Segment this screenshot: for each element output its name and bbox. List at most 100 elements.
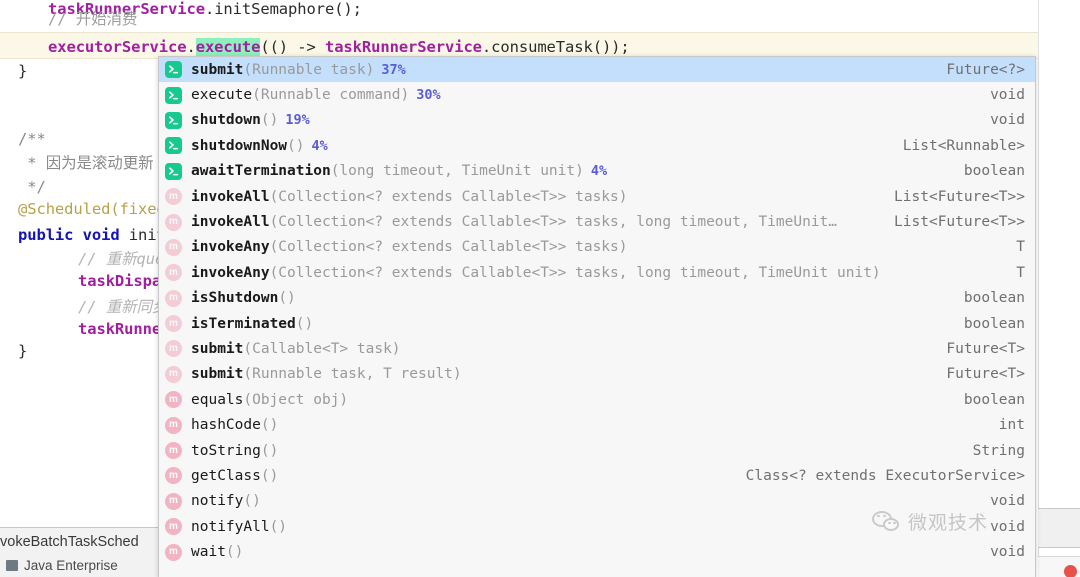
- completion-return-type: List<Future<T>>: [894, 214, 1025, 231]
- completion-return-type: Future<T>: [946, 366, 1025, 383]
- completion-params: (): [225, 544, 244, 561]
- completion-return-type: Future<T>: [946, 340, 1025, 357]
- completion-params: (Callable<T> task): [243, 340, 401, 357]
- class-method-icon: m: [165, 543, 182, 561]
- code-token: ();: [334, 0, 362, 18]
- completion-item[interactable]: m isTerminated() boolean: [159, 311, 1035, 336]
- code-token: .: [481, 38, 492, 56]
- class-method-icon: m: [165, 365, 182, 383]
- completion-params: (Runnable command): [252, 87, 410, 104]
- completion-signature: submit (Runnable task, T result): [191, 366, 462, 382]
- completion-return-type: List<Future<T>>: [894, 188, 1025, 205]
- code-token: ());: [592, 38, 630, 56]
- code-line: * 因为是滚动更新: [0, 150, 163, 176]
- completion-item[interactable]: m isShutdown() boolean: [159, 286, 1035, 311]
- class-method-icon: m: [165, 264, 182, 282]
- completion-item[interactable]: m wait() void: [159, 539, 1035, 564]
- completion-signature: notifyAll(): [191, 519, 287, 535]
- completion-method-name: toString: [191, 442, 261, 459]
- completion-signature: shutdown() 19%: [191, 112, 310, 128]
- completion-return-type: void: [990, 544, 1025, 561]
- completion-method-name: awaitTermination: [191, 163, 331, 180]
- completion-signature: invokeAny (Collection<? extends Callable<…: [191, 265, 881, 281]
- completion-return-type: String: [972, 442, 1025, 459]
- completion-params: (Collection<? extends Callable<T>> tasks…: [269, 188, 628, 205]
- completion-params: (Collection<? extends Callable<T>> tasks…: [269, 214, 838, 231]
- code-token: executorService: [48, 38, 187, 56]
- completion-return-type: Class<? extends ExecutorService>: [745, 467, 1025, 484]
- completion-item[interactable]: m hashCode() int: [159, 412, 1035, 437]
- code-token: public void: [18, 226, 129, 244]
- completion-item[interactable]: awaitTermination (long timeout, TimeUnit …: [159, 159, 1035, 184]
- interface-method-icon: [165, 137, 182, 155]
- completion-signature: submit (Runnable task) 37%: [191, 62, 406, 78]
- completion-item[interactable]: m notifyAll() void: [159, 514, 1035, 539]
- completion-signature: awaitTermination (long timeout, TimeUnit …: [191, 163, 607, 179]
- completion-item[interactable]: submit (Runnable task) 37% Future<?>: [159, 57, 1035, 83]
- code-token: /**: [18, 130, 46, 148]
- completion-return-type: void: [990, 112, 1025, 129]
- code-token: taskRunnerService: [324, 38, 482, 56]
- bottom-tool-panel[interactable]: vokeBatchTaskSched Java Enterprise: [0, 527, 172, 577]
- code-token: @Scheduled(fixedD: [18, 200, 175, 218]
- code-token: * 因为是滚动更新: [18, 154, 163, 172]
- completion-return-type: Future<?>: [946, 61, 1025, 78]
- class-method-icon: m: [165, 289, 182, 307]
- completion-return-type: boolean: [963, 391, 1025, 408]
- completion-params: (): [269, 518, 288, 535]
- completion-method-name: invokeAll: [191, 214, 270, 231]
- interface-method-icon: [165, 61, 182, 79]
- selected-token: execute: [195, 38, 261, 56]
- completion-params: (Runnable task, T result): [243, 366, 462, 383]
- completion-signature: wait(): [191, 544, 243, 560]
- class-method-icon: m: [165, 442, 182, 460]
- completion-list[interactable]: submit (Runnable task) 37% Future<?> execute…: [159, 57, 1035, 565]
- completion-relevance-percent: 30%: [416, 87, 441, 104]
- completion-item[interactable]: m invokeAny (Collection<? extends Callable…: [159, 260, 1035, 285]
- completion-item[interactable]: m invokeAll (Collection<? extends Callable…: [159, 209, 1035, 234]
- completion-params: (Object obj): [243, 391, 349, 408]
- code-token: .: [204, 0, 215, 18]
- code-completion-popup[interactable]: submit (Runnable task) 37% Future<?> execute…: [158, 56, 1036, 577]
- completion-item[interactable]: m submit (Callable<T> task) Future<T>: [159, 336, 1035, 361]
- completion-params: (): [260, 442, 279, 459]
- completion-item[interactable]: m equals (Object obj) boolean: [159, 387, 1035, 412]
- bottom-panel-group[interactable]: Java Enterprise: [6, 558, 118, 573]
- completion-item[interactable]: m toString() String: [159, 438, 1035, 463]
- completion-signature: execute (Runnable command) 30%: [191, 87, 441, 103]
- completion-signature: equals (Object obj): [191, 392, 348, 408]
- completion-method-name: submit: [191, 366, 244, 383]
- completion-signature: isTerminated(): [191, 316, 313, 332]
- completion-return-type: boolean: [963, 163, 1025, 180]
- completion-params: (): [260, 417, 279, 434]
- class-method-icon: m: [165, 416, 182, 434]
- completion-relevance-percent: 19%: [285, 112, 310, 129]
- completion-item[interactable]: shutdownNow() 4% List<Runnable>: [159, 133, 1035, 158]
- completion-return-type: int: [998, 417, 1025, 434]
- completion-return-type: boolean: [963, 315, 1025, 332]
- error-indicator-icon[interactable]: [1064, 565, 1077, 577]
- class-method-icon: m: [165, 518, 182, 536]
- completion-method-name: equals: [191, 391, 244, 408]
- completion-signature: invokeAll (Collection<? extends Callable<…: [191, 214, 837, 230]
- completion-params: (): [287, 137, 305, 154]
- completion-params: (): [295, 315, 314, 332]
- interface-method-icon: [165, 86, 182, 104]
- completion-params: (Collection<? extends Callable<T>> tasks…: [269, 239, 628, 256]
- completion-method-name: submit: [191, 340, 244, 357]
- completion-return-type: void: [990, 493, 1025, 510]
- completion-relevance-percent: 4%: [590, 163, 608, 180]
- completion-return-type: void: [990, 518, 1025, 535]
- completion-method-name: submit: [191, 61, 244, 78]
- completion-signature: submit (Callable<T> task): [191, 341, 401, 357]
- completion-item[interactable]: execute (Runnable command) 30% void: [159, 82, 1035, 107]
- completion-item[interactable]: m getClass() Class<? extends ExecutorServi…: [159, 463, 1035, 488]
- completion-item[interactable]: m invokeAll (Collection<? extends Callable…: [159, 184, 1035, 209]
- bottom-panel-truncated-label: vokeBatchTaskSched: [0, 534, 139, 550]
- completion-item[interactable]: m invokeAny (Collection<? extends Callable…: [159, 235, 1035, 260]
- completion-item[interactable]: m submit (Runnable task, T result) Future<T…: [159, 362, 1035, 387]
- completion-item[interactable]: shutdown() 19% void: [159, 108, 1035, 133]
- class-method-icon: m: [165, 340, 182, 358]
- code-token: }: [18, 62, 28, 80]
- completion-item[interactable]: m notify() void: [159, 489, 1035, 514]
